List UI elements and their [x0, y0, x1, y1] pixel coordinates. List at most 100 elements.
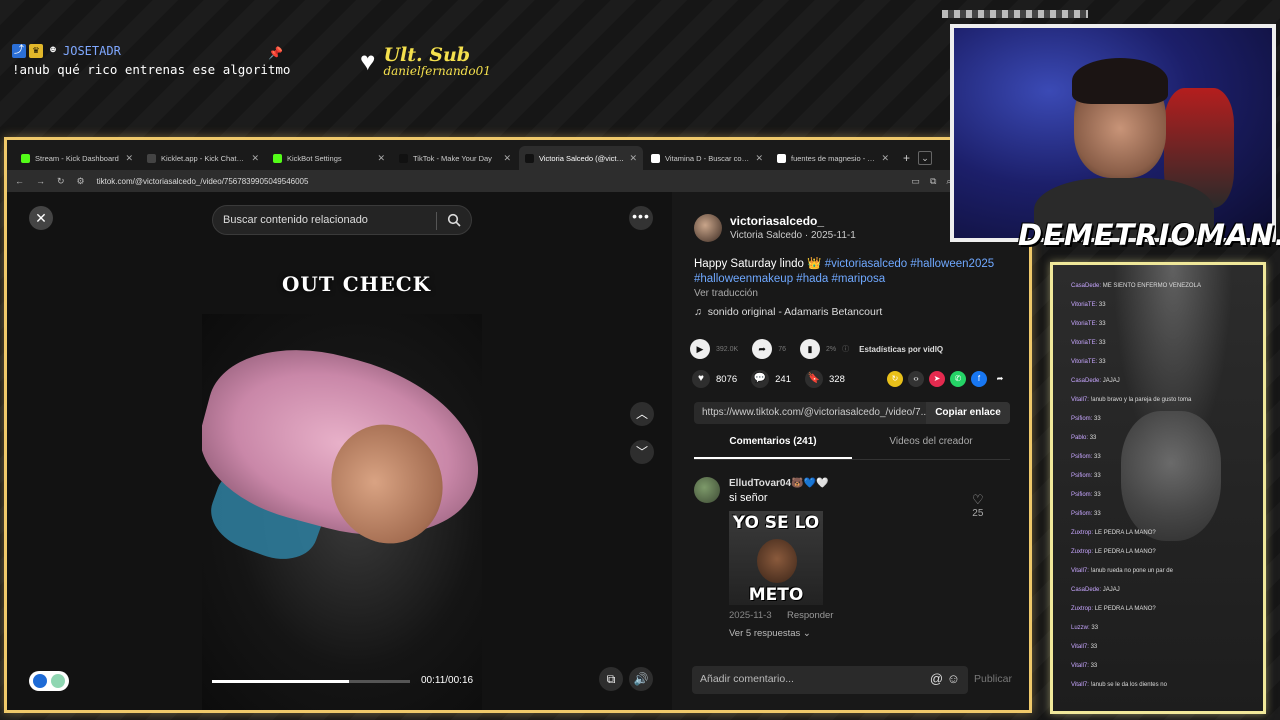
play-icon[interactable]: ▶ [690, 339, 710, 359]
mention-icon[interactable]: @ [930, 671, 943, 686]
browser-tab[interactable]: Victoria Salcedo (@victoria ✕ [519, 146, 643, 170]
commenter-name[interactable]: ElludTovar04🐻💙🤍 [729, 478, 828, 489]
heart-icon: ♥ [360, 45, 376, 76]
video-link-box[interactable]: https://www.tiktok.com/@victoriasalcedo_… [694, 402, 1010, 424]
bar-chart-icon[interactable]: ▮ [799, 339, 820, 359]
chat-line-user: Vitall7: [1071, 568, 1089, 574]
next-video-button[interactable]: ﹀ [630, 440, 654, 464]
info-icon[interactable]: ⓘ [842, 344, 849, 354]
chat-line-user: VitoriaTE: [1071, 321, 1098, 327]
previous-video-button[interactable]: ︿ [630, 402, 654, 426]
video-progress-bar[interactable] [212, 680, 410, 683]
send-icon[interactable]: ➤ [929, 371, 945, 387]
tab-close-icon[interactable]: ✕ [251, 153, 259, 164]
sound-title[interactable]: sonido original - Adamaris Betancourt [708, 306, 883, 318]
tab-close-icon[interactable]: ✕ [125, 153, 133, 164]
back-icon[interactable]: ← [15, 176, 24, 186]
video-player[interactable] [202, 314, 482, 710]
hashtags-line-2[interactable]: #halloweenmakeup #hada #mariposa [694, 273, 885, 285]
comment-count: 241 [775, 373, 791, 385]
cast-icon[interactable]: ▭ [911, 176, 920, 187]
comment-icon[interactable]: 💬 [751, 370, 770, 388]
emoji-icon[interactable]: ☺ [947, 671, 960, 686]
chat-line: Vitall7: !anub rueda no pone un par de [1071, 568, 1173, 574]
chat-user-row: ⤴ ♛ ☻ JOSETADR [12, 44, 290, 58]
facebook-icon[interactable]: f [971, 371, 987, 387]
translate-icon[interactable]: ⧉ [930, 176, 936, 187]
whatsapp-icon[interactable]: ✆ [950, 371, 966, 387]
extension-toggle[interactable] [29, 671, 69, 691]
video-link-text[interactable]: https://www.tiktok.com/@victoriasalcedo_… [702, 407, 929, 418]
translate-link[interactable]: Ver traducción [694, 288, 758, 299]
tab-comments[interactable]: Comentarios (241) [694, 436, 852, 459]
tiktok-page: ✕ Buscar contenido relacionado ••• OUT C… [7, 192, 1029, 710]
chat-message-text: !anub qué rico entrenas ese algoritmo [12, 62, 291, 77]
browser-tab[interactable]: TikTok - Make Your Day ✕ [393, 146, 517, 170]
author-block[interactable]: victoriasalcedo_ Victoria Salcedo · 2025… [694, 214, 856, 242]
author-username[interactable]: victoriasalcedo_ [730, 214, 856, 228]
forward-icon[interactable]: → [36, 176, 45, 186]
reply-link[interactable]: Responder [787, 610, 833, 621]
author-avatar[interactable] [694, 214, 722, 242]
publish-button[interactable]: Publicar [974, 673, 1012, 685]
comment-heart-icon[interactable]: ♡ [972, 492, 984, 508]
search-input[interactable]: Buscar contenido relacionado [223, 214, 368, 226]
more-share-icon[interactable]: ➦ [992, 371, 1008, 387]
share-arrow-icon[interactable]: ➦ [752, 339, 773, 359]
browser-tab[interactable]: Stream - Kick Dashboard ✕ [15, 146, 139, 170]
tab-close-icon[interactable]: ✕ [629, 153, 637, 164]
browser-tab[interactable]: Vitamina D - Buscar con Googl ✕ [645, 146, 769, 170]
add-comment-field[interactable]: Añadir comentario... @ ☺ [692, 666, 968, 694]
tab-creator-videos[interactable]: Videos del creador [852, 436, 1010, 459]
comment-meme-image[interactable]: YO SE LO METO [729, 511, 823, 605]
repost-icon[interactable]: ↻ [887, 371, 903, 387]
toggle-knob-icon [33, 674, 47, 688]
chat-line-text: LE PEDRA LA MANO? [1094, 530, 1156, 536]
reload-icon[interactable]: ↻ [57, 176, 65, 187]
url-field[interactable]: tiktok.com/@victoriasalcedo_/video/75678… [97, 177, 900, 186]
bookmark-icon[interactable]: 🔖 [805, 370, 823, 388]
engagement-row: ♥ 8076 💬 241 🔖 328 [692, 370, 845, 388]
sound-row[interactable]: ♫ sonido original - Adamaris Betancourt [694, 306, 882, 318]
browser-tab[interactable]: KickBot Settings ✕ [267, 146, 391, 170]
chat-line-user: VitoriaTE: [1071, 359, 1098, 365]
crown-badge-icon: ♛ [29, 44, 43, 58]
browser-tab[interactable]: fuentes de magnesio - Buscar c ✕ [771, 146, 895, 170]
chat-line-user: Vitall7: [1071, 644, 1089, 650]
more-options-button[interactable]: ••• [629, 206, 653, 230]
panel-tabs: Comentarios (241) Videos del creador [694, 436, 1010, 460]
volume-icon[interactable]: 🔊 [629, 667, 653, 691]
chat-line: Psifiom: 33 [1071, 492, 1101, 498]
hashtags-line-1[interactable]: #victoriasalcedo #halloween2025 [825, 258, 994, 270]
comment-like[interactable]: ♡ 25 [972, 492, 984, 519]
stream-chat-overlay: CasaDede: ME SIENTO ENFERMO VENEZOLA Vito… [1050, 262, 1266, 714]
tab-label: fuentes de magnesio - Buscar c [791, 153, 877, 163]
like-icon[interactable]: ♥ [692, 370, 710, 388]
new-tab-button[interactable]: + [897, 146, 916, 170]
related-search-bar[interactable]: Buscar contenido relacionado [212, 205, 472, 235]
tab-close-icon[interactable]: ✕ [881, 153, 889, 164]
embed-icon[interactable]: ‹› [908, 371, 924, 387]
tab-close-icon[interactable]: ✕ [503, 153, 511, 164]
chat-line-user: CasaDede: [1071, 378, 1102, 384]
browser-tab[interactable]: Kicklet.app - Kick Chatbot and ✕ [141, 146, 265, 170]
chat-line: Vitall7: 33 [1071, 644, 1097, 650]
crown-emoji: 👑 [807, 258, 822, 270]
commenter-avatar[interactable] [694, 477, 720, 503]
chat-line-text: 33 [1091, 625, 1099, 631]
tab-close-icon[interactable]: ✕ [377, 153, 385, 164]
chat-line: Pablo: 33 [1071, 435, 1096, 441]
tab-search-icon[interactable]: ⌄ [918, 151, 933, 165]
search-icon[interactable] [447, 213, 461, 227]
chat-line-text: JAJAJ [1102, 378, 1120, 384]
toggle-status-icon [51, 674, 65, 688]
floating-player-icon[interactable]: ⧉ [599, 667, 623, 691]
tab-strip: Stream - Kick Dashboard ✕ Kicklet.app - Ki… [7, 140, 1029, 170]
copy-link-button[interactable]: Copiar enlace [926, 402, 1010, 424]
site-info-icon[interactable]: ⚙ [77, 176, 85, 187]
close-video-button[interactable]: ✕ [29, 206, 53, 230]
tab-close-icon[interactable]: ✕ [755, 153, 763, 164]
music-note-icon: ♫ [694, 306, 702, 318]
add-comment-placeholder[interactable]: Añadir comentario... [700, 673, 794, 685]
view-replies-link[interactable]: Ver 5 respuestas ⌄ [729, 628, 811, 639]
